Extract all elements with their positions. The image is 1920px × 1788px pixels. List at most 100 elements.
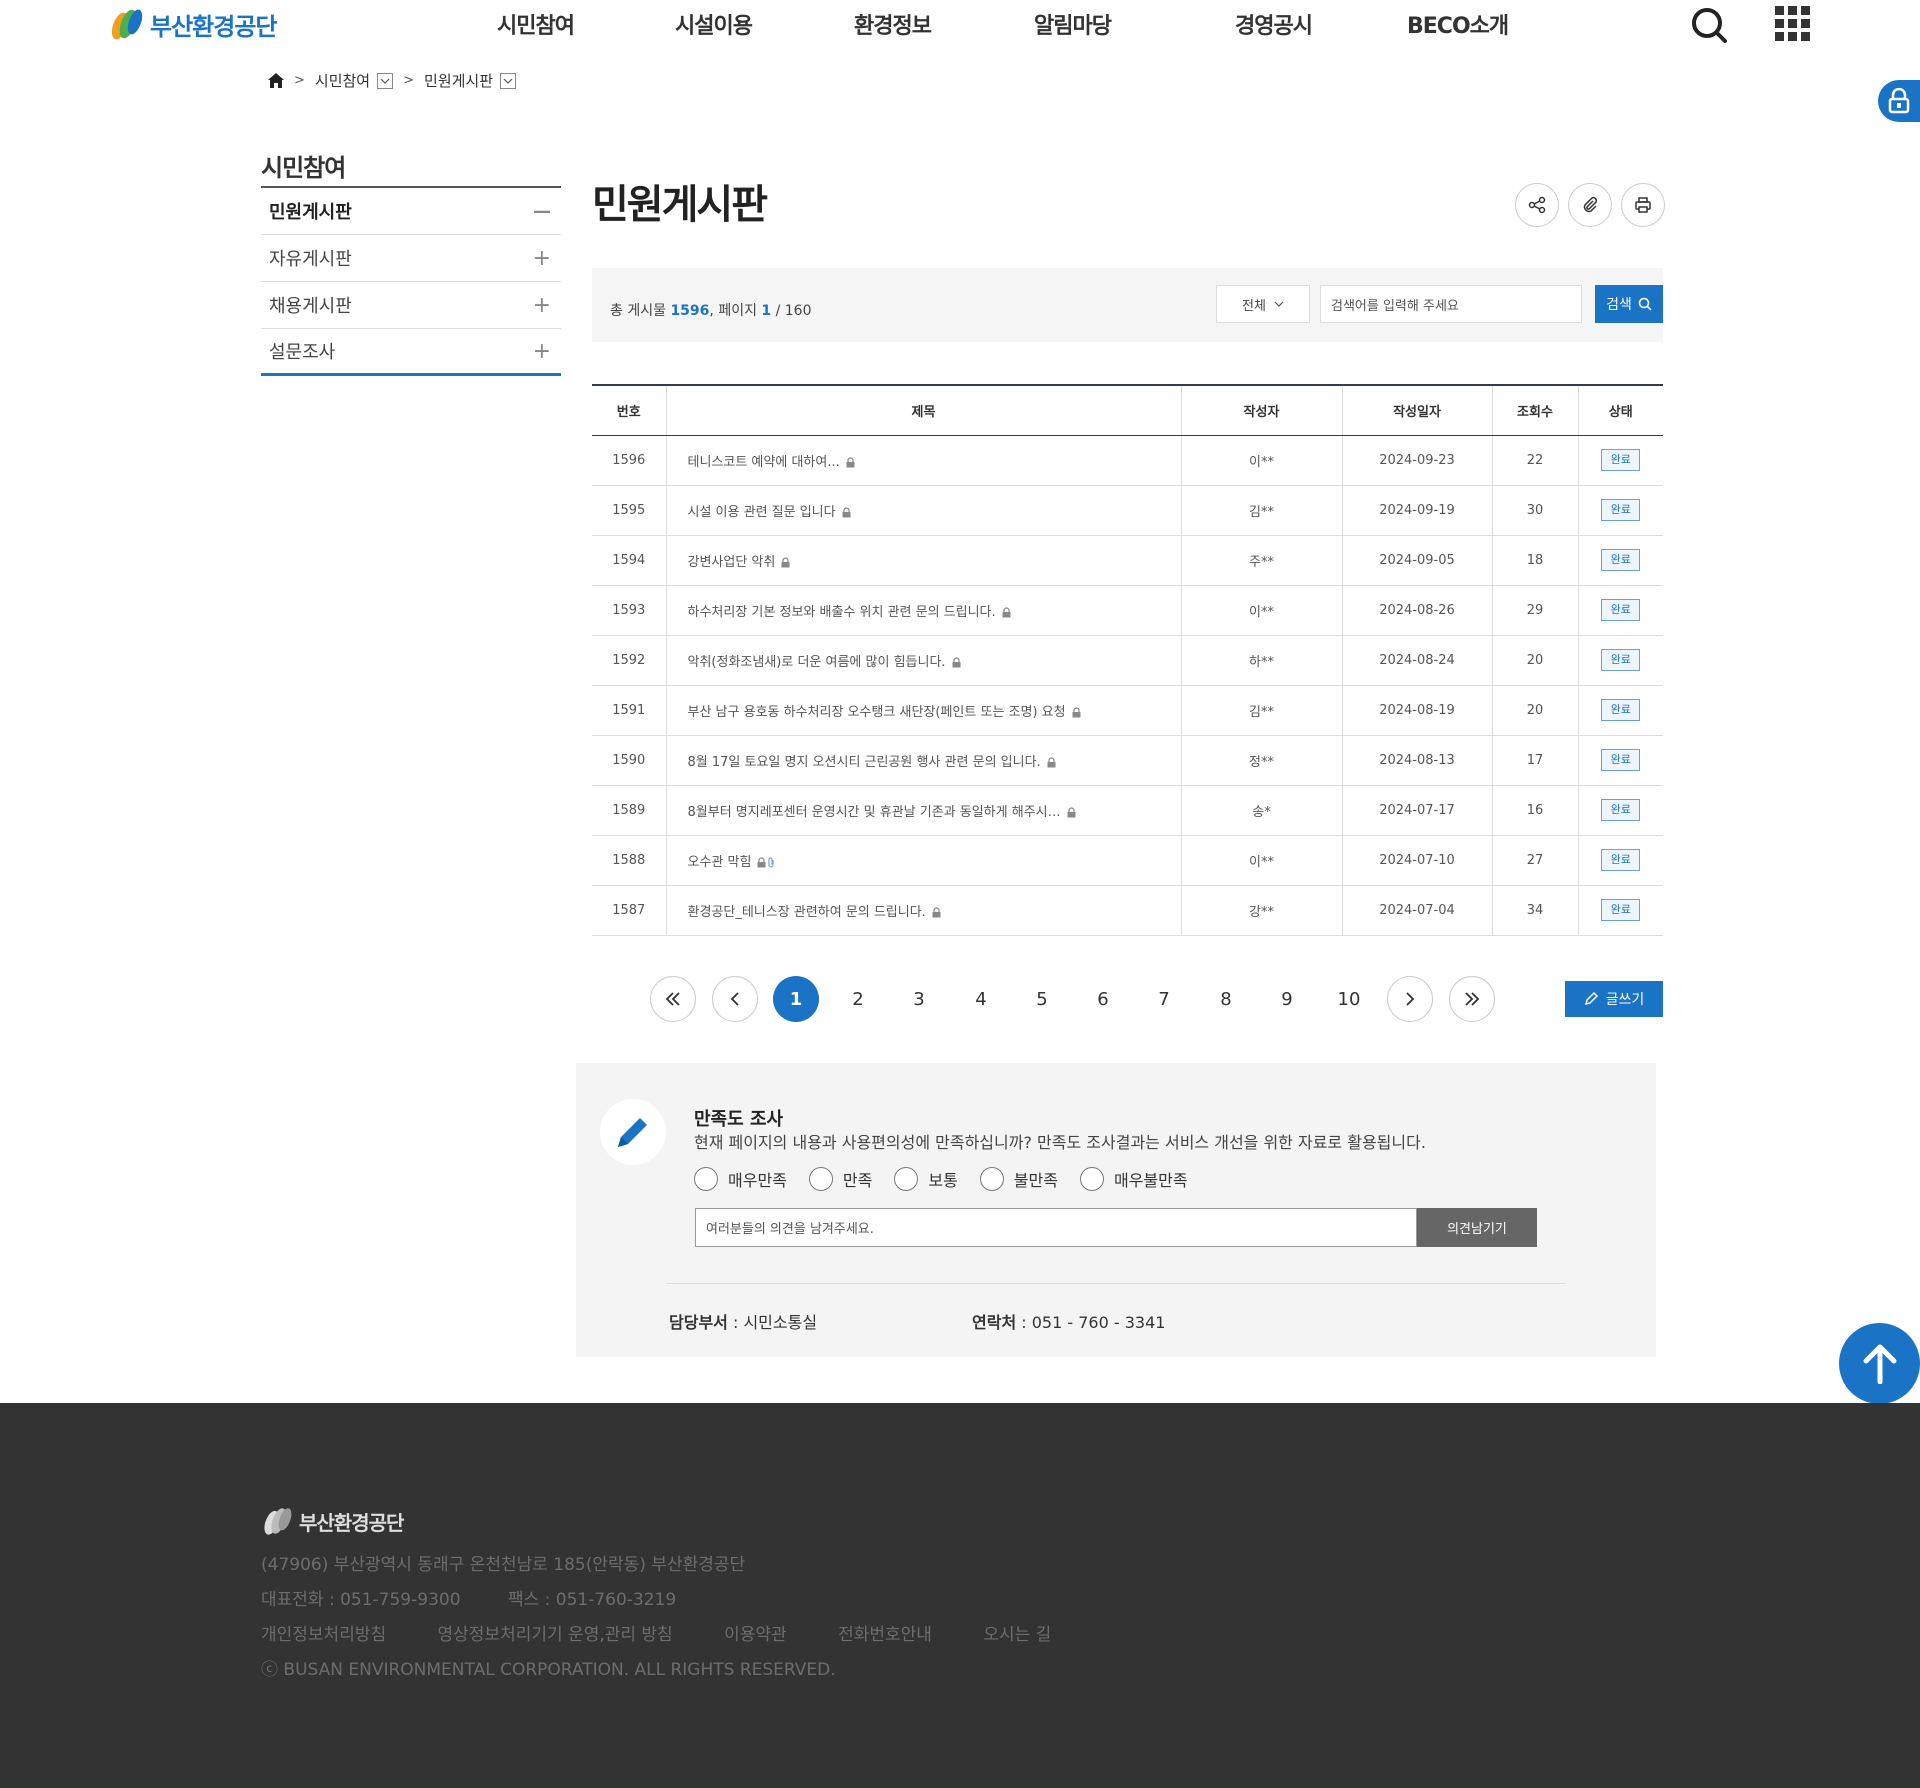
logo[interactable]: 부산환경공단 [108, 6, 277, 42]
post-title-link[interactable]: 강변사업단 악취 [688, 555, 776, 570]
search-button[interactable]: 검색 [1595, 285, 1663, 323]
page-number[interactable]: 4 [958, 976, 1004, 1022]
scroll-top-button[interactable] [1839, 1323, 1920, 1404]
chevron-down-icon[interactable] [377, 72, 394, 89]
write-button[interactable]: 글쓰기 [1565, 981, 1663, 1017]
search-input[interactable]: 검색어를 입력해 주세요 [1320, 285, 1582, 323]
cell-title[interactable]: 오수관 막힘 [665, 835, 1181, 886]
table-row[interactable]: 1592 악취(정화조냄새)로 더운 여름에 많이 힘듭니다. 하** 2024-08… [592, 635, 1663, 686]
radio-button[interactable] [1079, 1167, 1104, 1191]
page-number-current[interactable]: 1 [773, 976, 819, 1022]
radio-button[interactable] [979, 1167, 1004, 1191]
page-number[interactable]: 2 [835, 976, 881, 1022]
survey-option[interactable]: 불만족 [979, 1167, 1058, 1191]
next-page-button[interactable] [1387, 976, 1433, 1022]
footer-link-privacy[interactable]: 개인정보처리방침 [261, 1620, 386, 1645]
cell-writer: 강** [1180, 885, 1342, 936]
nav-item-citizen[interactable]: 시민참여 [497, 8, 575, 40]
cell-date: 2024-07-17 [1341, 785, 1492, 836]
breadcrumb-level1[interactable]: 시민참여 [315, 70, 370, 91]
side-nav-item-recruit[interactable]: 채용게시판 + [261, 282, 561, 329]
copy-link-button[interactable] [1568, 183, 1612, 227]
page-number[interactable]: 8 [1203, 976, 1249, 1022]
lock-icon[interactable] [1878, 80, 1920, 122]
breadcrumb-level2[interactable]: 민원게시판 [424, 70, 493, 91]
post-title-link[interactable]: 8월부터 명지레포센터 운영시간 및 휴관날 기존과 동일하게 해주시… [688, 805, 1061, 820]
cell-views: 29 [1491, 585, 1578, 636]
table-row[interactable]: 1594 강변사업단 악취 주** 2024-09-05 18 완료 [592, 535, 1663, 586]
table-row[interactable]: 1595 시설 이용 관련 질문 입니다 김** 2024-09-19 30 완료 [592, 485, 1663, 536]
post-title-link[interactable]: 악취(정화조냄새)로 더운 여름에 많이 힘듭니다. [688, 655, 946, 670]
first-page-button[interactable] [650, 976, 696, 1022]
share-button[interactable] [1515, 183, 1559, 227]
cell-title[interactable]: 테니스코트 예약에 대하여... [665, 435, 1181, 486]
survey-option[interactable]: 매우불만족 [1079, 1167, 1188, 1191]
logo-text: 부산환경공단 [150, 12, 277, 41]
page-number[interactable]: 5 [1019, 976, 1065, 1022]
post-title-link[interactable]: 부산 남구 용호동 하수처리장 오수탱크 새단장(페인트 또는 조명) 요청 [688, 705, 1066, 720]
table-row[interactable]: 1591 부산 남구 용호동 하수처리장 오수탱크 새단장(페인트 또는 조명) … [592, 685, 1663, 736]
grid-menu-icon[interactable] [1775, 6, 1811, 42]
cell-title[interactable]: 부산 남구 용호동 하수처리장 오수탱크 새단장(페인트 또는 조명) 요청 [665, 685, 1181, 736]
radio-button[interactable] [808, 1167, 833, 1191]
search-icon[interactable] [1690, 6, 1728, 44]
chevron-down-icon[interactable] [500, 72, 517, 89]
side-nav-item-survey[interactable]: 설문조사 + [261, 329, 561, 376]
nav-item-notice[interactable]: 알림마당 [1034, 8, 1112, 40]
print-button[interactable] [1621, 183, 1665, 227]
nav-item-about[interactable]: BECO소개 [1407, 8, 1509, 40]
radio-button[interactable] [694, 1167, 718, 1191]
table-row[interactable]: 1590 8월 17일 토요일 명지 오션시티 근린공원 행사 관련 문의 입니다… [592, 735, 1663, 786]
radio-button[interactable] [894, 1167, 919, 1191]
cell-title[interactable]: 8월 17일 토요일 명지 오션시티 근린공원 행사 관련 문의 입니다. [665, 735, 1181, 786]
nav-item-environment[interactable]: 환경정보 [854, 8, 932, 40]
cell-title[interactable]: 환경공단_테니스장 관련하여 문의 드립니다. [665, 885, 1181, 936]
footer-link-terms[interactable]: 이용약관 [724, 1620, 787, 1645]
post-title-link[interactable]: 오수관 막힘 [688, 855, 752, 870]
side-nav-item-complaint[interactable]: 민원게시판 — [261, 188, 561, 235]
table-row[interactable]: 1588 오수관 막힘 이** 2024-07-10 27 완료 [592, 835, 1663, 886]
search-icon [1638, 297, 1652, 311]
opinion-input[interactable]: 여러분들의 의견을 남겨주세요. [695, 1208, 1417, 1247]
nav-item-facility[interactable]: 시설이용 [675, 8, 753, 40]
table-row[interactable]: 1587 환경공단_테니스장 관련하여 문의 드립니다. 강** 2024-07-04… [592, 885, 1663, 936]
post-title-link[interactable]: 시설 이용 관련 질문 입니다 [688, 505, 836, 520]
post-title-link[interactable]: 테니스코트 예약에 대하여... [688, 455, 840, 470]
page-number[interactable]: 10 [1326, 976, 1372, 1022]
column-header: 상태 [1577, 384, 1663, 436]
page-number[interactable]: 9 [1264, 976, 1310, 1022]
nav-item-management[interactable]: 경영공시 [1235, 8, 1313, 40]
table-row[interactable]: 1589 8월부터 명지레포센터 운영시간 및 휴관날 기존과 동일하게 해주시…… [592, 785, 1663, 836]
post-title-link[interactable]: 8월 17일 토요일 명지 오션시티 근린공원 행사 관련 문의 입니다. [688, 755, 1041, 770]
opinion-submit-button[interactable]: 의견남기기 [1417, 1208, 1537, 1247]
table-row[interactable]: 1596 테니스코트 예약에 대하여... 이** 2024-09-23 22 완료 [592, 435, 1663, 486]
post-title-link[interactable]: 환경공단_테니스장 관련하여 문의 드립니다. [688, 905, 926, 920]
footer-tel: 대표전화 : 051-759-9300 [261, 1590, 461, 1610]
table-row[interactable]: 1593 하수처리장 기본 정보와 배출수 위치 관련 문의 드립니다. 이** 20… [592, 585, 1663, 636]
arrow-up-icon [1863, 1344, 1896, 1384]
lock-icon [1002, 606, 1011, 617]
page-number[interactable]: 3 [896, 976, 942, 1022]
contact-info: 연락처 : 051 - 760 - 3341 [972, 1309, 1165, 1333]
side-nav-item-free[interactable]: 자유게시판 + [261, 235, 561, 282]
survey-option[interactable]: 보통 [894, 1167, 958, 1191]
cell-title[interactable]: 강변사업단 악취 [665, 535, 1181, 586]
post-title-link[interactable]: 하수처리장 기본 정보와 배출수 위치 관련 문의 드립니다. [688, 605, 996, 620]
prev-page-button[interactable] [712, 976, 758, 1022]
search-category-select[interactable]: 전체 [1216, 285, 1310, 323]
chevron-right-icon [1406, 992, 1415, 1006]
lock-icon [1072, 706, 1081, 717]
cell-title[interactable]: 시설 이용 관련 질문 입니다 [665, 485, 1181, 536]
cell-title[interactable]: 하수처리장 기본 정보와 배출수 위치 관련 문의 드립니다. [665, 585, 1181, 636]
cell-title[interactable]: 악취(정화조냄새)로 더운 여름에 많이 힘듭니다. [665, 635, 1181, 686]
page-number[interactable]: 6 [1080, 976, 1126, 1022]
page-number[interactable]: 7 [1141, 976, 1187, 1022]
last-page-button[interactable] [1449, 976, 1495, 1022]
cell-title[interactable]: 8월부터 명지레포센터 운영시간 및 휴관날 기존과 동일하게 해주시… [665, 785, 1181, 836]
home-icon[interactable] [268, 73, 284, 88]
survey-option[interactable]: 만족 [808, 1167, 872, 1191]
footer-link-phonebook[interactable]: 전화번호안내 [838, 1620, 932, 1645]
footer-link-directions[interactable]: 오시는 길 [983, 1620, 1051, 1645]
survey-option[interactable]: 매우만족 [694, 1167, 787, 1191]
footer-link-cctv[interactable]: 영상정보처리기기 운영,관리 방침 [438, 1620, 673, 1645]
